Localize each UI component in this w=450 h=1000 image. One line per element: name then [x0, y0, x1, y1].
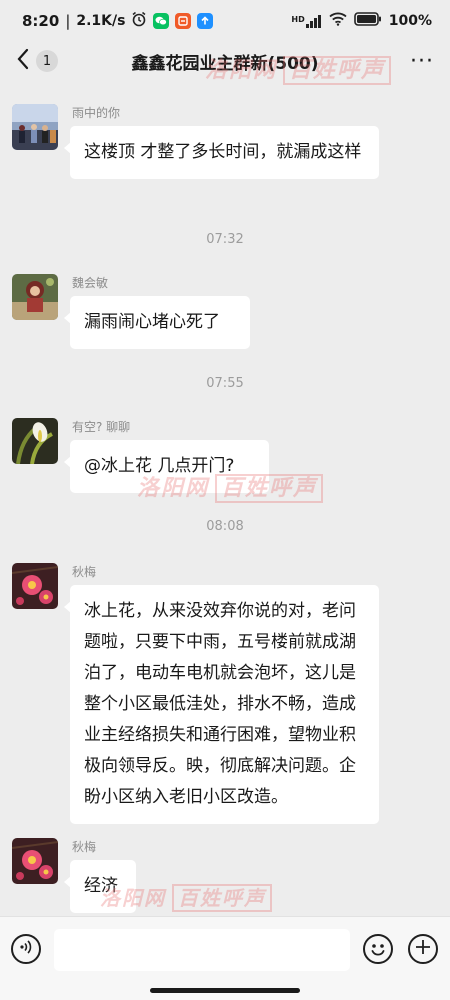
avatar[interactable]: [12, 418, 58, 464]
voice-icon: [18, 939, 34, 959]
back-button[interactable]: 1: [16, 48, 58, 74]
message-bubble[interactable]: 漏雨闹心堵心死了: [64, 296, 250, 349]
emoji-button[interactable]: [363, 934, 393, 964]
avatar[interactable]: [12, 274, 58, 320]
timestamp: 07:55: [206, 376, 244, 391]
message-item: 魏会敏 漏雨闹心堵心死了: [12, 274, 442, 349]
status-left: 8:20 | 2.1K/s: [22, 11, 214, 31]
avatar[interactable]: [12, 563, 58, 609]
message-bubble[interactable]: 冰上花，从来没效弃你说的对，老问题啦，只要下中雨，五号楼前就成湖泊了，电动车电机…: [64, 585, 379, 824]
sender-name: 有空? 聊聊: [72, 420, 131, 434]
message-bubble[interactable]: 经济: [64, 860, 136, 913]
network-speed: 2.1K/s: [76, 13, 126, 29]
alarm-icon: [131, 11, 147, 31]
sender-name: 魏会敏: [72, 276, 109, 290]
home-indicator[interactable]: [150, 988, 300, 993]
message-text: 经济: [84, 876, 118, 896]
message-item: 有空? 聊聊 @冰上花 几点开门?: [12, 418, 442, 493]
chat-header: 1 鑫鑫花园业主群新(500) ···: [0, 42, 450, 80]
more-options-button[interactable]: ···: [410, 49, 434, 74]
plus-icon: [415, 938, 431, 960]
message-input[interactable]: [54, 929, 350, 971]
message-list[interactable]: 雨中的你 这楼顶 才整了多长时间，就漏成这样 07:32 魏会敏 漏雨闹心堵心死…: [0, 86, 450, 916]
sender-name: 秋梅: [72, 840, 97, 854]
message-item: 雨中的你 这楼顶 才整了多长时间，就漏成这样: [12, 104, 442, 204]
unread-count-badge: 1: [36, 50, 58, 72]
sender-name: 秋梅: [72, 565, 97, 579]
timestamp: 07:32: [206, 232, 244, 247]
avatar[interactable]: [12, 838, 58, 884]
status-divider: |: [65, 12, 71, 30]
wifi-icon: [329, 12, 347, 30]
status-bar: 8:20 | 2.1K/s HD 100%: [0, 0, 450, 42]
status-right: HD 100%: [291, 12, 432, 30]
message-text: 这楼顶 才整了多长时间，就漏成这样: [84, 142, 362, 162]
app-icon: [175, 13, 192, 29]
upload-icon: [197, 13, 214, 29]
sender-name: 雨中的你: [72, 106, 121, 120]
message-bubble[interactable]: 这楼顶 才整了多长时间，就漏成这样: [64, 126, 379, 179]
signal-type: HD: [291, 14, 305, 24]
message-text: @冰上花 几点开门?: [84, 456, 235, 476]
signal-icon: HD: [291, 14, 321, 28]
emoji-icon: [365, 944, 391, 966]
chat-title: 鑫鑫花园业主群新(500): [131, 53, 319, 74]
wechat-icon: [153, 13, 170, 29]
message-text: 冰上花，从来没效弃你说的对，老问题啦，只要下中雨，五号楼前就成湖泊了，电动车电机…: [84, 601, 356, 807]
message-item: 秋梅 经济: [12, 838, 442, 913]
status-time: 8:20: [22, 12, 60, 30]
message-item: 秋梅 冰上花，从来没效弃你说的对，老问题啦，只要下中雨，五号楼前就成湖泊了，电动…: [12, 563, 442, 828]
voice-button[interactable]: [11, 934, 41, 964]
plus-button[interactable]: [408, 934, 438, 964]
battery-icon: [353, 12, 382, 30]
message-text: 漏雨闹心堵心死了: [84, 312, 220, 332]
chevron-left-icon: [16, 48, 30, 74]
timestamp: 08:08: [206, 519, 244, 534]
battery-percent: 100%: [388, 13, 432, 29]
avatar[interactable]: [12, 104, 58, 150]
message-bubble[interactable]: @冰上花 几点开门?: [64, 440, 269, 493]
